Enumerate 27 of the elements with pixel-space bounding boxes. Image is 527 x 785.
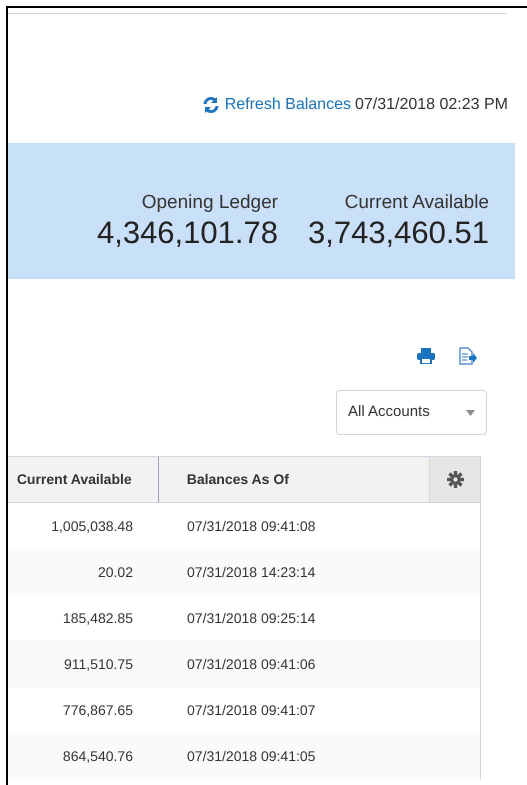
column-header[interactable]: Current Available — [8, 457, 159, 502]
summary-value: 4,346,101.78 — [96, 214, 278, 252]
refresh-link[interactable]: Refresh Balances — [200, 93, 351, 117]
column-header[interactable]: Balances As Of — [158, 457, 430, 502]
table-cell-text: 911,510.75 — [62, 654, 134, 674]
table-cell-text: 864,540.76 — [62, 746, 134, 766]
table-cell-text: 07/31/2018 09:41:05 — [186, 746, 316, 766]
column-settings-button[interactable] — [429, 457, 480, 502]
export-icon[interactable] — [459, 347, 477, 365]
summary-value: 3,743,460.51 — [308, 214, 489, 252]
table-cell-text: 776,867.65 — [62, 700, 134, 720]
caret-icon — [466, 410, 475, 416]
summary-label: Opening Ledger — [142, 190, 278, 214]
table-cell-text: 20.02 — [96, 562, 134, 582]
table-cell-text: 07/31/2018 09:41:06 — [186, 654, 316, 674]
print-icon[interactable] — [417, 348, 435, 364]
refresh-timestamp: 07/31/2018 02:23 PM — [354, 95, 508, 115]
settings-icon — [446, 471, 464, 488]
table-cell-text: 1,005,038.48 — [50, 516, 134, 536]
table-cell-text: 07/31/2018 09:25:14 — [186, 608, 316, 628]
table-cell-text: 185,482.85 — [62, 608, 134, 628]
table-cell-text: 07/31/2018 14:23:14 — [186, 562, 316, 582]
table-cell-text: 07/31/2018 09:41:07 — [186, 700, 316, 720]
account-dropdown[interactable]: All Accounts — [336, 390, 487, 435]
refresh-icon — [200, 95, 221, 115]
table-cell-text: 07/31/2018 09:41:08 — [186, 516, 316, 536]
summary-label: Current Available — [344, 190, 489, 214]
